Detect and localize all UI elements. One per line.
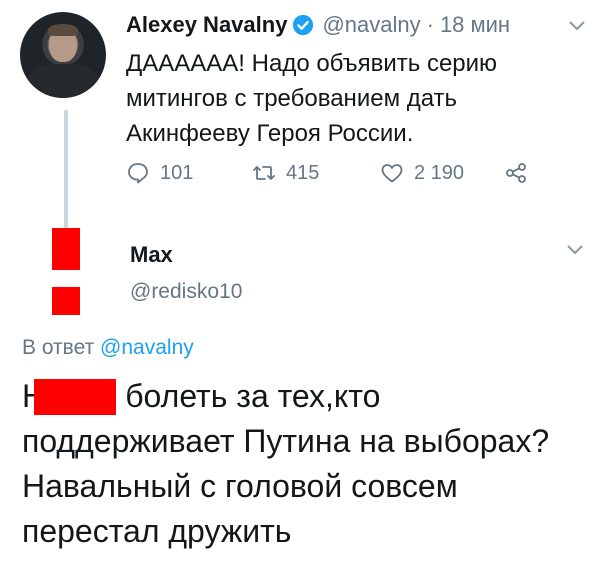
reply-to-prefix: В ответ xyxy=(22,336,95,359)
like-button[interactable]: 2 190 xyxy=(380,161,504,185)
retweet-button[interactable]: 415 xyxy=(252,161,380,185)
retweet-count: 415 xyxy=(286,161,320,184)
share-icon xyxy=(506,163,526,183)
author-handle[interactable]: @navalny xyxy=(322,12,420,38)
reply-button[interactable]: 101 xyxy=(126,161,252,185)
reply-chevron-down-icon[interactable] xyxy=(566,244,584,256)
tweet-time[interactable]: 18 мин xyxy=(440,12,510,38)
reply-to-line: В ответ @navalny xyxy=(22,336,194,360)
reply-to-mention[interactable]: @navalny xyxy=(100,336,194,359)
tweet-actions: 101 415 2 190 xyxy=(126,158,528,188)
reply-icon xyxy=(128,163,148,184)
thread-line xyxy=(64,110,68,228)
censor-block xyxy=(34,379,116,415)
like-count: 2 190 xyxy=(414,161,465,184)
heart-icon xyxy=(381,164,403,183)
chevron-down-icon[interactable] xyxy=(568,20,586,32)
tweet-header: Alexey Navalny @navalny · 18 мин xyxy=(126,8,586,42)
reply-count: 101 xyxy=(160,161,194,184)
avatar[interactable] xyxy=(20,12,106,98)
censor-bar-bottom xyxy=(52,287,80,315)
retweet-icon xyxy=(253,166,275,180)
original-tweet: Alexey Navalny @navalny · 18 мин ДАААААА… xyxy=(126,8,586,151)
tweet-text: ДАААААА! Надо объявить серию митингов с … xyxy=(126,50,498,147)
share-button[interactable] xyxy=(504,161,528,185)
reply-author-handle[interactable]: @redisko10 xyxy=(130,276,242,308)
reply-author-name[interactable]: Max xyxy=(130,240,242,270)
separator-dot: · xyxy=(426,12,434,37)
author-name[interactable]: Alexey Navalny xyxy=(126,12,287,38)
verified-badge-icon xyxy=(293,14,314,36)
censor-bar-top xyxy=(52,228,80,270)
reply-author: Max @redisko10 xyxy=(130,240,242,308)
